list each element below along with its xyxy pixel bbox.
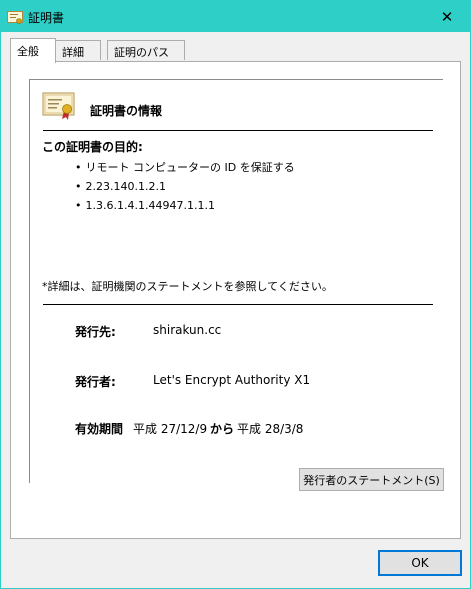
tab-details[interactable]: 詳細: [55, 40, 101, 60]
issuer-statement-button[interactable]: 発行者のステートメント(S): [299, 468, 444, 491]
certificate-info-icon: [42, 92, 75, 120]
issued-by-value: Let's Encrypt Authority X1: [153, 373, 311, 387]
purpose-item: リモート コンピューターの ID を保証する: [75, 160, 295, 179]
tab-general[interactable]: 全般: [10, 38, 56, 63]
certificate-info-heading: 証明書の情報: [90, 104, 163, 118]
details-note: *詳細は、証明機関のステートメントを参照してください。: [42, 280, 333, 293]
valid-to-value: 平成 28/3/8: [237, 422, 304, 436]
divider: [43, 130, 433, 131]
certificate-icon: [7, 11, 23, 24]
purpose-label: この証明書の目的:: [42, 140, 143, 154]
close-button[interactable]: ✕: [424, 1, 470, 32]
divider: [43, 304, 433, 305]
validity-separator: から: [210, 422, 235, 436]
validity-label: 有効期間: [75, 422, 124, 436]
ok-button[interactable]: OK: [378, 550, 462, 576]
valid-from-value: 平成 27/12/9: [133, 422, 208, 436]
purpose-list: リモート コンピューターの ID を保証する 2.23.140.1.2.1 1.…: [75, 160, 295, 217]
issued-by-label: 発行者:: [75, 375, 116, 389]
certificate-dialog: 証明書 ✕ 全般 詳細 証明のパス 証明書の情報 この証明書の目的: リモート …: [0, 0, 471, 589]
purpose-item: 2.23.140.1.2.1: [75, 179, 295, 198]
close-icon: ✕: [440, 7, 454, 26]
title-bar[interactable]: 証明書 ✕: [1, 1, 470, 32]
issued-to-label: 発行先:: [75, 325, 116, 339]
issued-to-value: shirakun.cc: [153, 323, 222, 337]
tab-certification-path[interactable]: 証明のパス: [107, 40, 185, 60]
purpose-item: 1.3.6.1.4.1.44947.1.1.1: [75, 198, 295, 217]
window-title: 証明書: [28, 11, 65, 25]
certificate-info-box: 証明書の情報 この証明書の目的: リモート コンピューターの ID を保証する …: [29, 79, 443, 483]
